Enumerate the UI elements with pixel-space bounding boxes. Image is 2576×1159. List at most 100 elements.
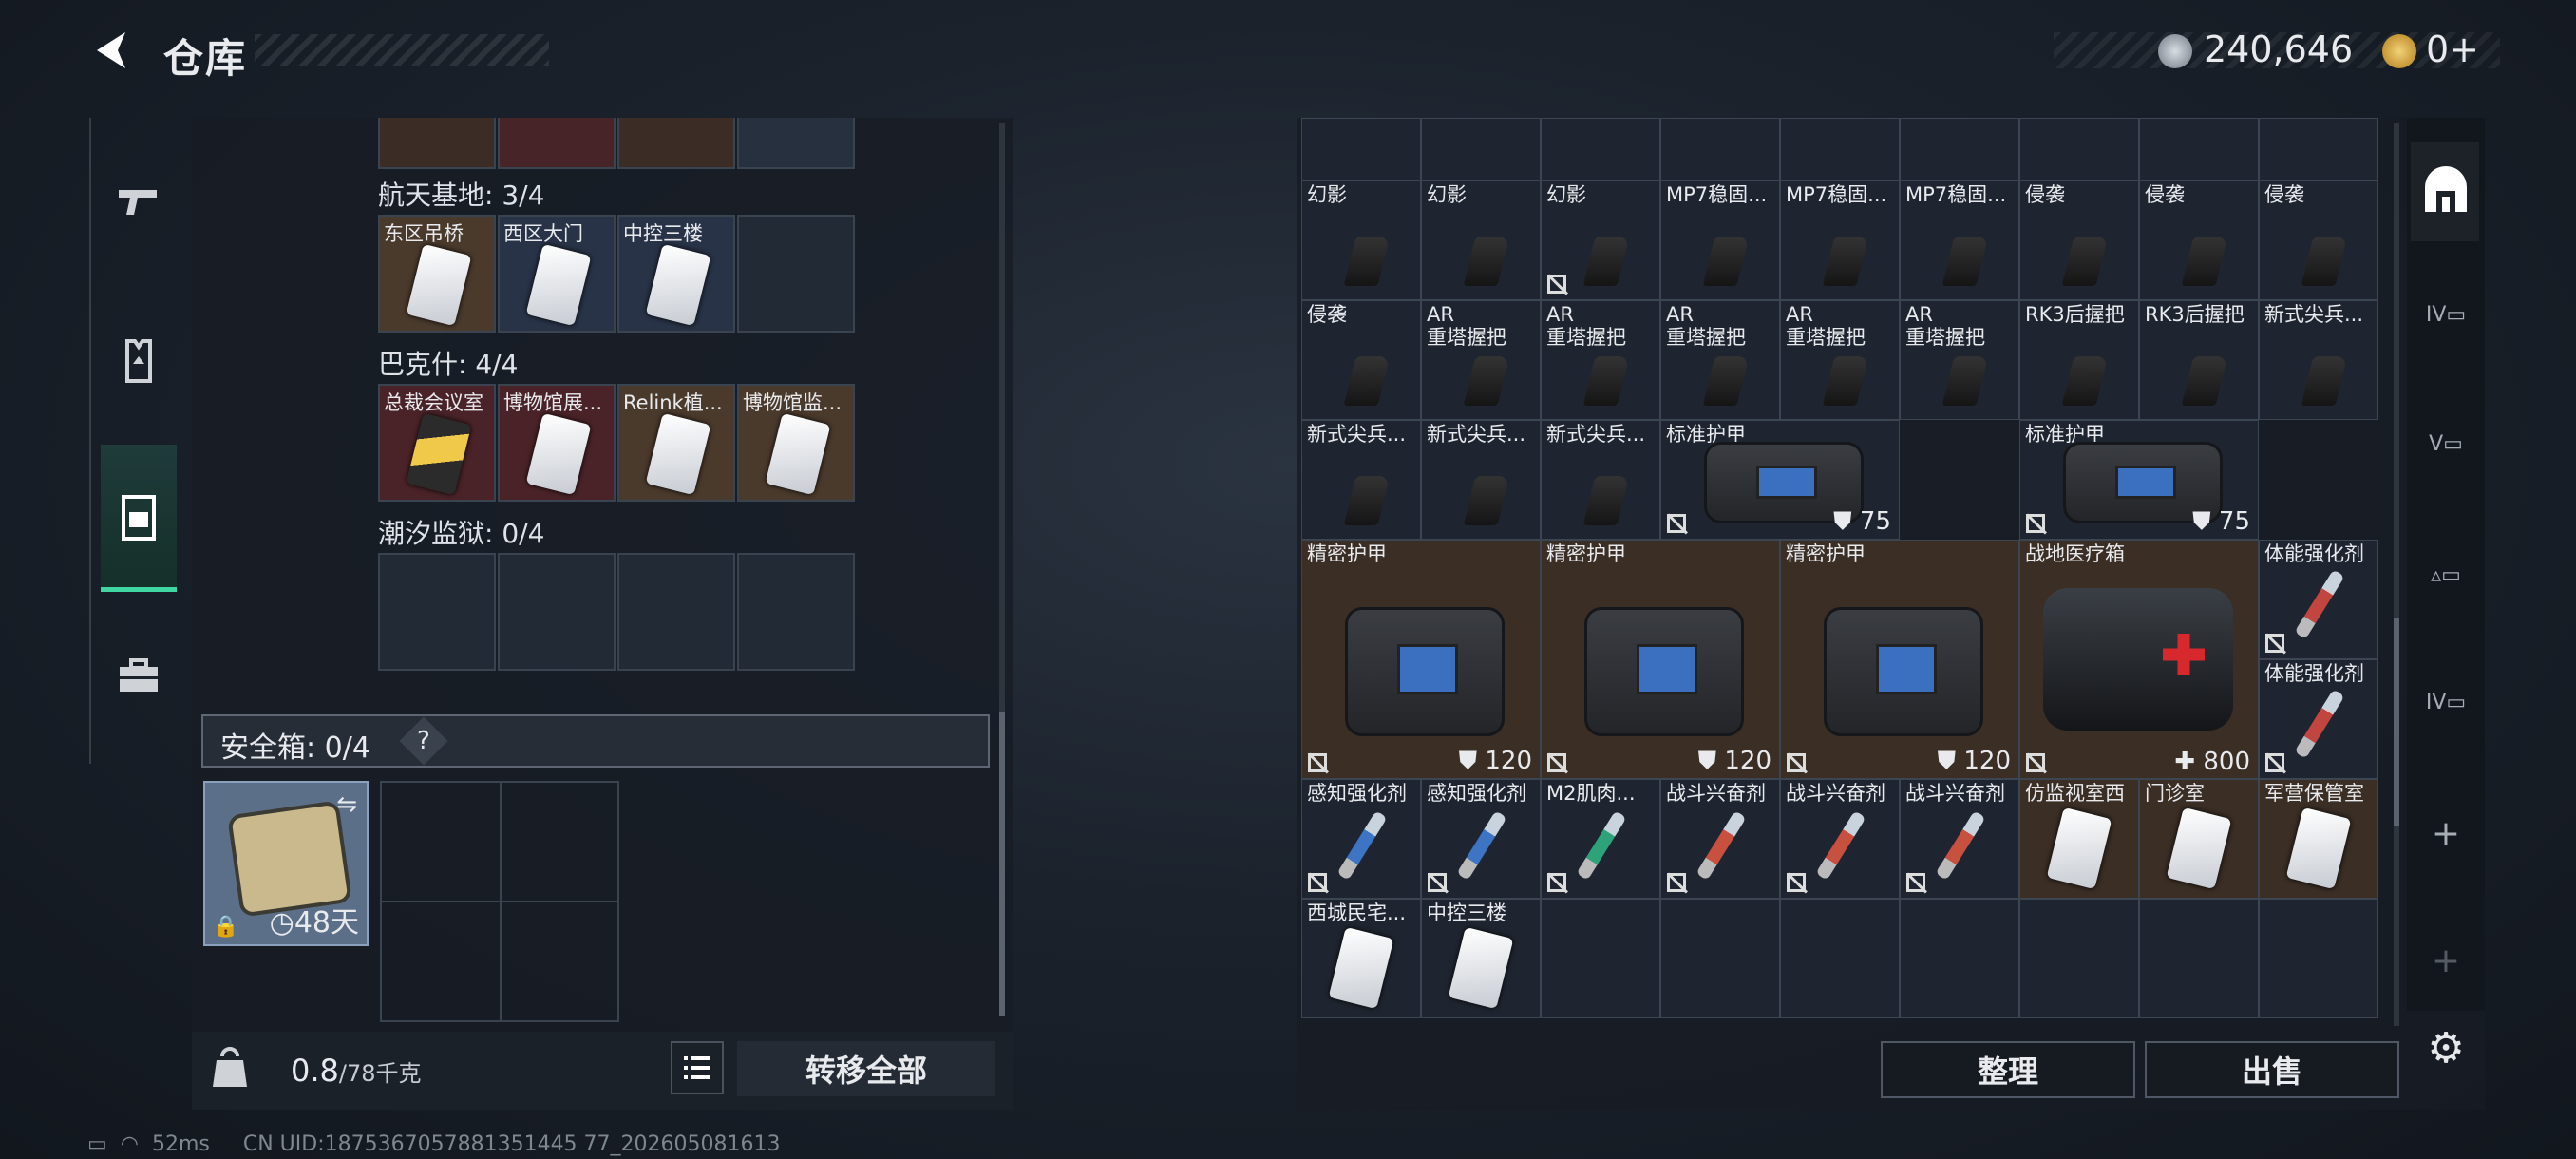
tab-storage-4b[interactable]: IV▭ [2416, 673, 2475, 732]
empty-slot[interactable] [737, 215, 855, 332]
grip-icon [1343, 237, 1391, 286]
item-cell[interactable]: 新式尖兵... [2259, 300, 2378, 420]
item-cell[interactable]: 仿监视室西 [2019, 779, 2139, 899]
empty-slot[interactable] [378, 553, 496, 671]
item-cell[interactable]: 侵袭 [2139, 180, 2259, 300]
list-button[interactable] [671, 1041, 724, 1094]
rail-armor[interactable] [101, 323, 177, 399]
keycard-slot[interactable]: 博物馆展... [498, 384, 616, 502]
empty-cell[interactable] [1660, 899, 1780, 1018]
tab-main-storage[interactable] [2416, 162, 2475, 220]
keycard-slot[interactable]: 东区吊桥 [378, 215, 496, 332]
armor-item[interactable]: 精密护甲 ⛊ 120 [1780, 540, 2019, 779]
item-cell[interactable]: 体能强化剂 [2259, 540, 2378, 659]
item-cell[interactable]: 幻影 [1301, 180, 1421, 300]
rail-case[interactable] [101, 638, 177, 714]
item-cell[interactable]: AR 重塔握把 [1660, 300, 1780, 420]
tab-storage-4[interactable]: IV▭ [2416, 285, 2475, 344]
item-cell[interactable]: 幻影 [1421, 180, 1541, 300]
item-cell[interactable]: RK3后握把 [2019, 300, 2139, 420]
keycard-slot[interactable]: 中控三楼 [617, 215, 735, 332]
item-cell[interactable]: AR 重塔握把 [1421, 300, 1541, 420]
item-cell[interactable]: 战斗兴奋剂 [1780, 779, 1900, 899]
medkit-item[interactable]: 战地医疗箱 ✚ 800 [2019, 540, 2259, 779]
armor-item[interactable]: 精密护甲 ⛊ 120 [1301, 540, 1541, 779]
scrollbar-thumb[interactable] [2394, 618, 2399, 826]
item-cell[interactable]: 战斗兴奋剂 [1660, 779, 1780, 899]
item-cell[interactable]: 新式尖兵... [1421, 420, 1541, 540]
settings-button[interactable]: ⚙ [2416, 1018, 2475, 1077]
section-label: 巴克什: 4/4 [378, 349, 519, 380]
item-cell[interactable]: 侵袭 [2259, 180, 2378, 300]
empty-cell[interactable] [2259, 899, 2378, 1018]
item-cell[interactable]: 体能强化剂 [2259, 659, 2378, 779]
item-cell[interactable]: MP7稳固... [1780, 180, 1900, 300]
item-label: MP7稳固... [1786, 183, 1887, 206]
duration-badge: ◷48天 [269, 906, 359, 940]
grip-icon [1582, 476, 1630, 525]
item-cell[interactable]: 军营保管室 [2259, 779, 2378, 899]
item-cell[interactable] [1421, 118, 1541, 180]
armor-item[interactable]: 标准护甲 ⛊ 75 [2019, 420, 2259, 540]
empty-cell[interactable] [1780, 899, 1900, 1018]
item-cell[interactable]: AR 重塔握把 [1541, 300, 1660, 420]
armor-item[interactable]: 精密护甲 ⛊ 120 [1541, 540, 1780, 779]
sort-button[interactable]: 整理 [1881, 1041, 2135, 1098]
item-cell[interactable]: AR 重塔握把 [1900, 300, 2019, 420]
folder-icon: ▵▭ [2431, 562, 2461, 587]
safe-box-item[interactable]: ⇋ 🔒 ◷48天 [203, 781, 369, 946]
item-label: 体能强化剂 [2264, 542, 2364, 565]
sell-button[interactable]: 出售 [2145, 1041, 2399, 1098]
item-cell[interactable]: 战斗兴奋剂 [1900, 779, 2019, 899]
back-arrow-icon[interactable] [87, 27, 135, 74]
item-cell[interactable]: 门诊室 [2139, 779, 2259, 899]
empty-slot[interactable] [617, 553, 735, 671]
item-cell[interactable]: 感知强化剂 [1421, 779, 1541, 899]
keycard-slot[interactable]: 博物馆监... [737, 384, 855, 502]
item-cell[interactable] [1660, 118, 1780, 180]
token-amount[interactable]: 0+ [2426, 28, 2479, 70]
item-cell[interactable] [2139, 118, 2259, 180]
empty-cell[interactable] [1541, 899, 1660, 1018]
item-cell[interactable]: M2肌肉... [1541, 779, 1660, 899]
item-cell[interactable] [1780, 118, 1900, 180]
rail-weapon[interactable] [101, 163, 177, 239]
grip-icon [1941, 356, 1989, 406]
item-cell[interactable]: 西城民宅... [1301, 899, 1421, 1018]
armor-item[interactable]: 标准护甲 ⛊ 75 [1660, 420, 1900, 540]
item-cell[interactable]: 新式尖兵... [1301, 420, 1421, 540]
keycard-slot[interactable]: Relink植... [617, 384, 735, 502]
empty-cell[interactable] [2139, 899, 2259, 1018]
token-icon [2382, 34, 2416, 68]
keycard-slot[interactable]: 西区大门 [498, 215, 616, 332]
item-cell[interactable]: MP7稳固... [1660, 180, 1780, 300]
keycard-slot[interactable]: 总裁会议室 [378, 384, 496, 502]
item-cell[interactable]: MP7稳固... [1900, 180, 2019, 300]
item-cell[interactable]: 侵袭 [2019, 180, 2139, 300]
item-cell[interactable] [2259, 118, 2378, 180]
item-cell[interactable] [1301, 118, 1421, 180]
empty-slot[interactable] [498, 553, 616, 671]
empty-cell[interactable] [1900, 899, 2019, 1018]
empty-slot[interactable] [737, 553, 855, 671]
item-cell[interactable] [2019, 118, 2139, 180]
item-cell[interactable]: 中控三楼 [1421, 899, 1541, 1018]
item-cell[interactable] [1541, 118, 1660, 180]
item-cell[interactable]: 侵袭 [1301, 300, 1421, 420]
rail-keycard[interactable] [101, 480, 177, 556]
tab-storage-special[interactable]: ▵▭ [2416, 545, 2475, 604]
item-cell[interactable]: 新式尖兵... [1541, 420, 1660, 540]
item-cell[interactable]: 幻影 [1541, 180, 1660, 300]
swap-icon[interactable]: ⇋ [336, 790, 357, 819]
safe-box-grid[interactable] [380, 781, 619, 1022]
transfer-all-button[interactable]: 转移全部 [737, 1041, 995, 1096]
plus-icon: + [2431, 940, 2461, 980]
item-cell[interactable]: 感知强化剂 [1301, 779, 1421, 899]
empty-cell[interactable] [2019, 899, 2139, 1018]
tab-storage-5[interactable]: V▭ [2416, 414, 2475, 473]
item-cell[interactable] [1900, 118, 2019, 180]
scrollbar-thumb[interactable] [999, 712, 1005, 1016]
item-cell[interactable]: RK3后握把 [2139, 300, 2259, 420]
item-cell[interactable]: AR 重塔握把 [1780, 300, 1900, 420]
add-tab-button[interactable]: + [2416, 804, 2475, 863]
